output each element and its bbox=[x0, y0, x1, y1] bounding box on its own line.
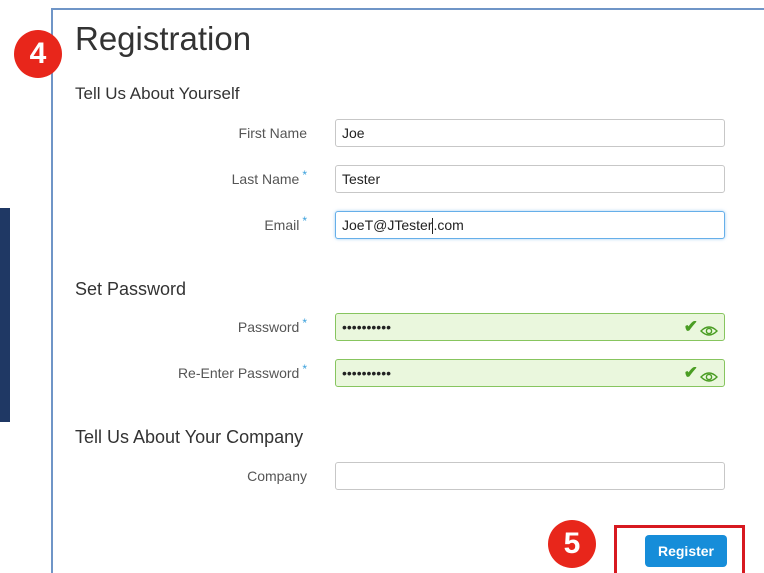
company-label-text: Company bbox=[247, 468, 307, 484]
first-name-label-text: First Name bbox=[238, 125, 307, 141]
password-field[interactable]: •••••••••• ✔ bbox=[335, 313, 725, 341]
last-name-label: Last Name * bbox=[231, 168, 307, 189]
re-password-status: ✔ bbox=[684, 360, 718, 386]
page-title: Registration bbox=[75, 20, 252, 57]
sidebar-strip bbox=[0, 208, 10, 422]
company-label: Company bbox=[247, 467, 307, 485]
first-name-value: Joe bbox=[342, 125, 365, 141]
re-password-label-text: Re-Enter Password bbox=[177, 365, 300, 381]
re-password-label: Re-Enter Password * bbox=[177, 362, 307, 383]
required-marker: * bbox=[302, 214, 307, 228]
step-5-badge: 5 bbox=[548, 520, 596, 568]
password-label: Password * bbox=[237, 316, 307, 337]
section-company-title: Tell Us About Your Company bbox=[75, 427, 304, 447]
email-value-start: JoeT@JTester bbox=[342, 217, 433, 233]
panel-border-top bbox=[52, 8, 764, 10]
required-marker: * bbox=[302, 168, 307, 182]
email-field[interactable]: JoeT@JTester.com bbox=[335, 211, 725, 239]
check-icon: ✔ bbox=[683, 363, 698, 382]
email-label-text: Email bbox=[264, 217, 300, 233]
last-name-label-text: Last Name bbox=[231, 171, 300, 187]
password-status: ✔ bbox=[684, 314, 718, 340]
email-value-end: .com bbox=[433, 217, 464, 233]
email-label: Email * bbox=[264, 214, 307, 235]
registration-page: 4 Registration Tell Us About Yourself Fi… bbox=[0, 0, 764, 573]
eye-icon[interactable] bbox=[700, 320, 718, 336]
step-4-badge: 4 bbox=[14, 30, 62, 78]
last-name-field[interactable]: Tester bbox=[335, 165, 725, 193]
company-field[interactable] bbox=[335, 462, 725, 490]
required-marker: * bbox=[302, 362, 307, 376]
password-value: •••••••••• bbox=[342, 319, 392, 335]
check-icon: ✔ bbox=[683, 317, 698, 336]
last-name-value: Tester bbox=[342, 171, 381, 187]
password-label-text: Password bbox=[237, 319, 300, 335]
register-button[interactable]: Register bbox=[645, 535, 727, 567]
section-password-title: Set Password bbox=[75, 279, 187, 299]
first-name-label: First Name bbox=[239, 124, 307, 142]
re-password-value: •••••••••• bbox=[342, 365, 392, 381]
first-name-field[interactable]: Joe bbox=[335, 119, 725, 147]
section-about-title: Tell Us About Yourself bbox=[75, 84, 240, 103]
required-marker: * bbox=[302, 316, 307, 330]
panel-border-left bbox=[51, 8, 53, 573]
eye-icon[interactable] bbox=[700, 366, 718, 382]
re-password-field[interactable]: •••••••••• ✔ bbox=[335, 359, 725, 387]
